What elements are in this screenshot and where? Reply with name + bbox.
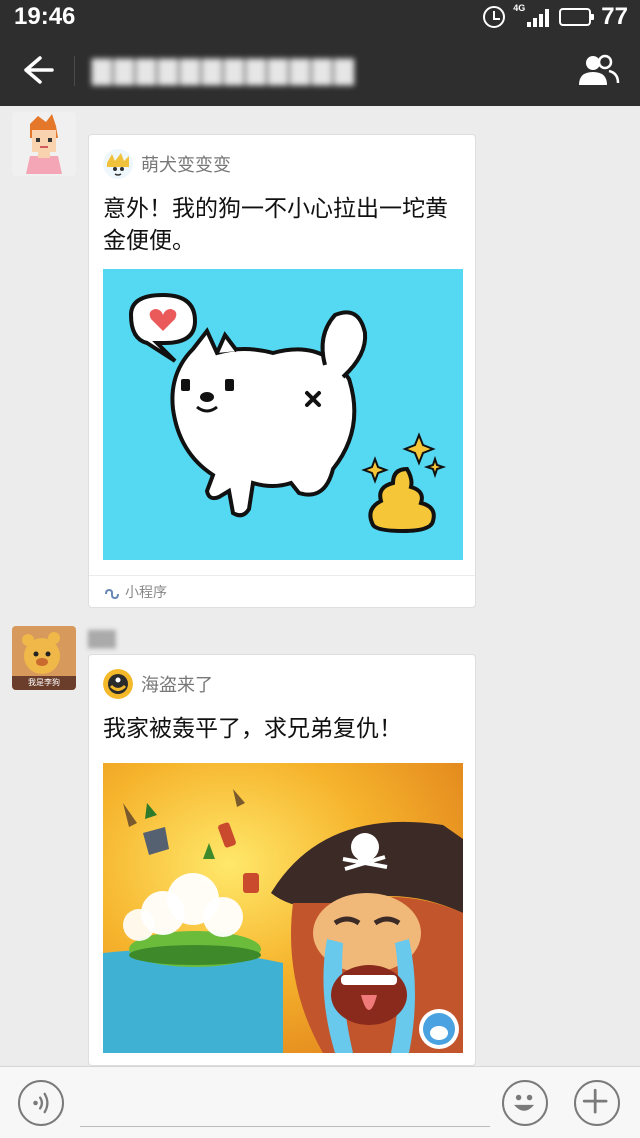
alarm-icon xyxy=(483,6,506,28)
signal-icon: 4G xyxy=(513,3,550,27)
message-input[interactable] xyxy=(80,1079,490,1127)
avatar-caption: 我是李狗 xyxy=(12,676,76,690)
mini-program-icon xyxy=(105,588,119,599)
nav-divider xyxy=(74,56,75,86)
mini-program-label: 小程序 xyxy=(125,584,167,601)
input-bar xyxy=(0,1066,640,1138)
card-title: 我家被轰平了，求兄弟复仇！ xyxy=(103,716,402,742)
crying-pirate-island-image xyxy=(103,763,463,1053)
emoji-icon[interactable] xyxy=(502,1080,548,1126)
status-time: 19:46 xyxy=(14,3,76,30)
card-title: 意外！我的狗一不小心拉出一坨黄金便便。 xyxy=(103,196,448,254)
app-name: 海盗来了 xyxy=(141,675,213,696)
chat-header: ▇▇▇▇▇▇▇▇▇▇▇▇ xyxy=(0,34,640,106)
app-logo-icon xyxy=(103,669,133,699)
plus-icon[interactable] xyxy=(574,1080,620,1126)
arrow-left-icon[interactable] xyxy=(18,52,58,88)
avatar[interactable]: 我是李狗 xyxy=(12,626,76,690)
voice-icon[interactable] xyxy=(18,1080,64,1126)
sender-name: ▇▇ xyxy=(88,628,116,649)
app-name: 萌犬变变变 xyxy=(141,155,231,176)
network-type: 4G xyxy=(513,3,526,13)
message-list[interactable]: 萌犬变变变 意外！我的狗一不小心拉出一坨黄金便便。 小程序 我是李狗 ▇▇ 海盗… xyxy=(0,106,640,1066)
battery-level: 77 xyxy=(601,3,628,30)
group-members-icon[interactable] xyxy=(576,52,620,88)
status-icons: 4G 77 xyxy=(483,3,628,31)
app-logo-icon xyxy=(103,149,133,179)
mini-program-card[interactable]: 萌犬变变变 意外！我的狗一不小心拉出一坨黄金便便。 小程序 xyxy=(88,134,476,608)
cartoon-dog-golden-poop-image xyxy=(103,269,463,560)
card-header: 海盗来了 xyxy=(103,669,213,699)
card-header: 萌犬变变变 xyxy=(103,149,231,179)
battery-icon xyxy=(559,8,595,26)
status-bar: 19:46 4G 77 xyxy=(0,0,640,34)
avatar[interactable] xyxy=(12,112,76,176)
pixel-girl-avatar xyxy=(12,112,76,176)
mini-program-card[interactable]: 海盗来了 我家被轰平了，求兄弟复仇！ xyxy=(88,654,476,1066)
card-footer: 小程序 xyxy=(89,575,475,607)
chat-title: ▇▇▇▇▇▇▇▇▇▇▇▇ xyxy=(92,56,356,86)
